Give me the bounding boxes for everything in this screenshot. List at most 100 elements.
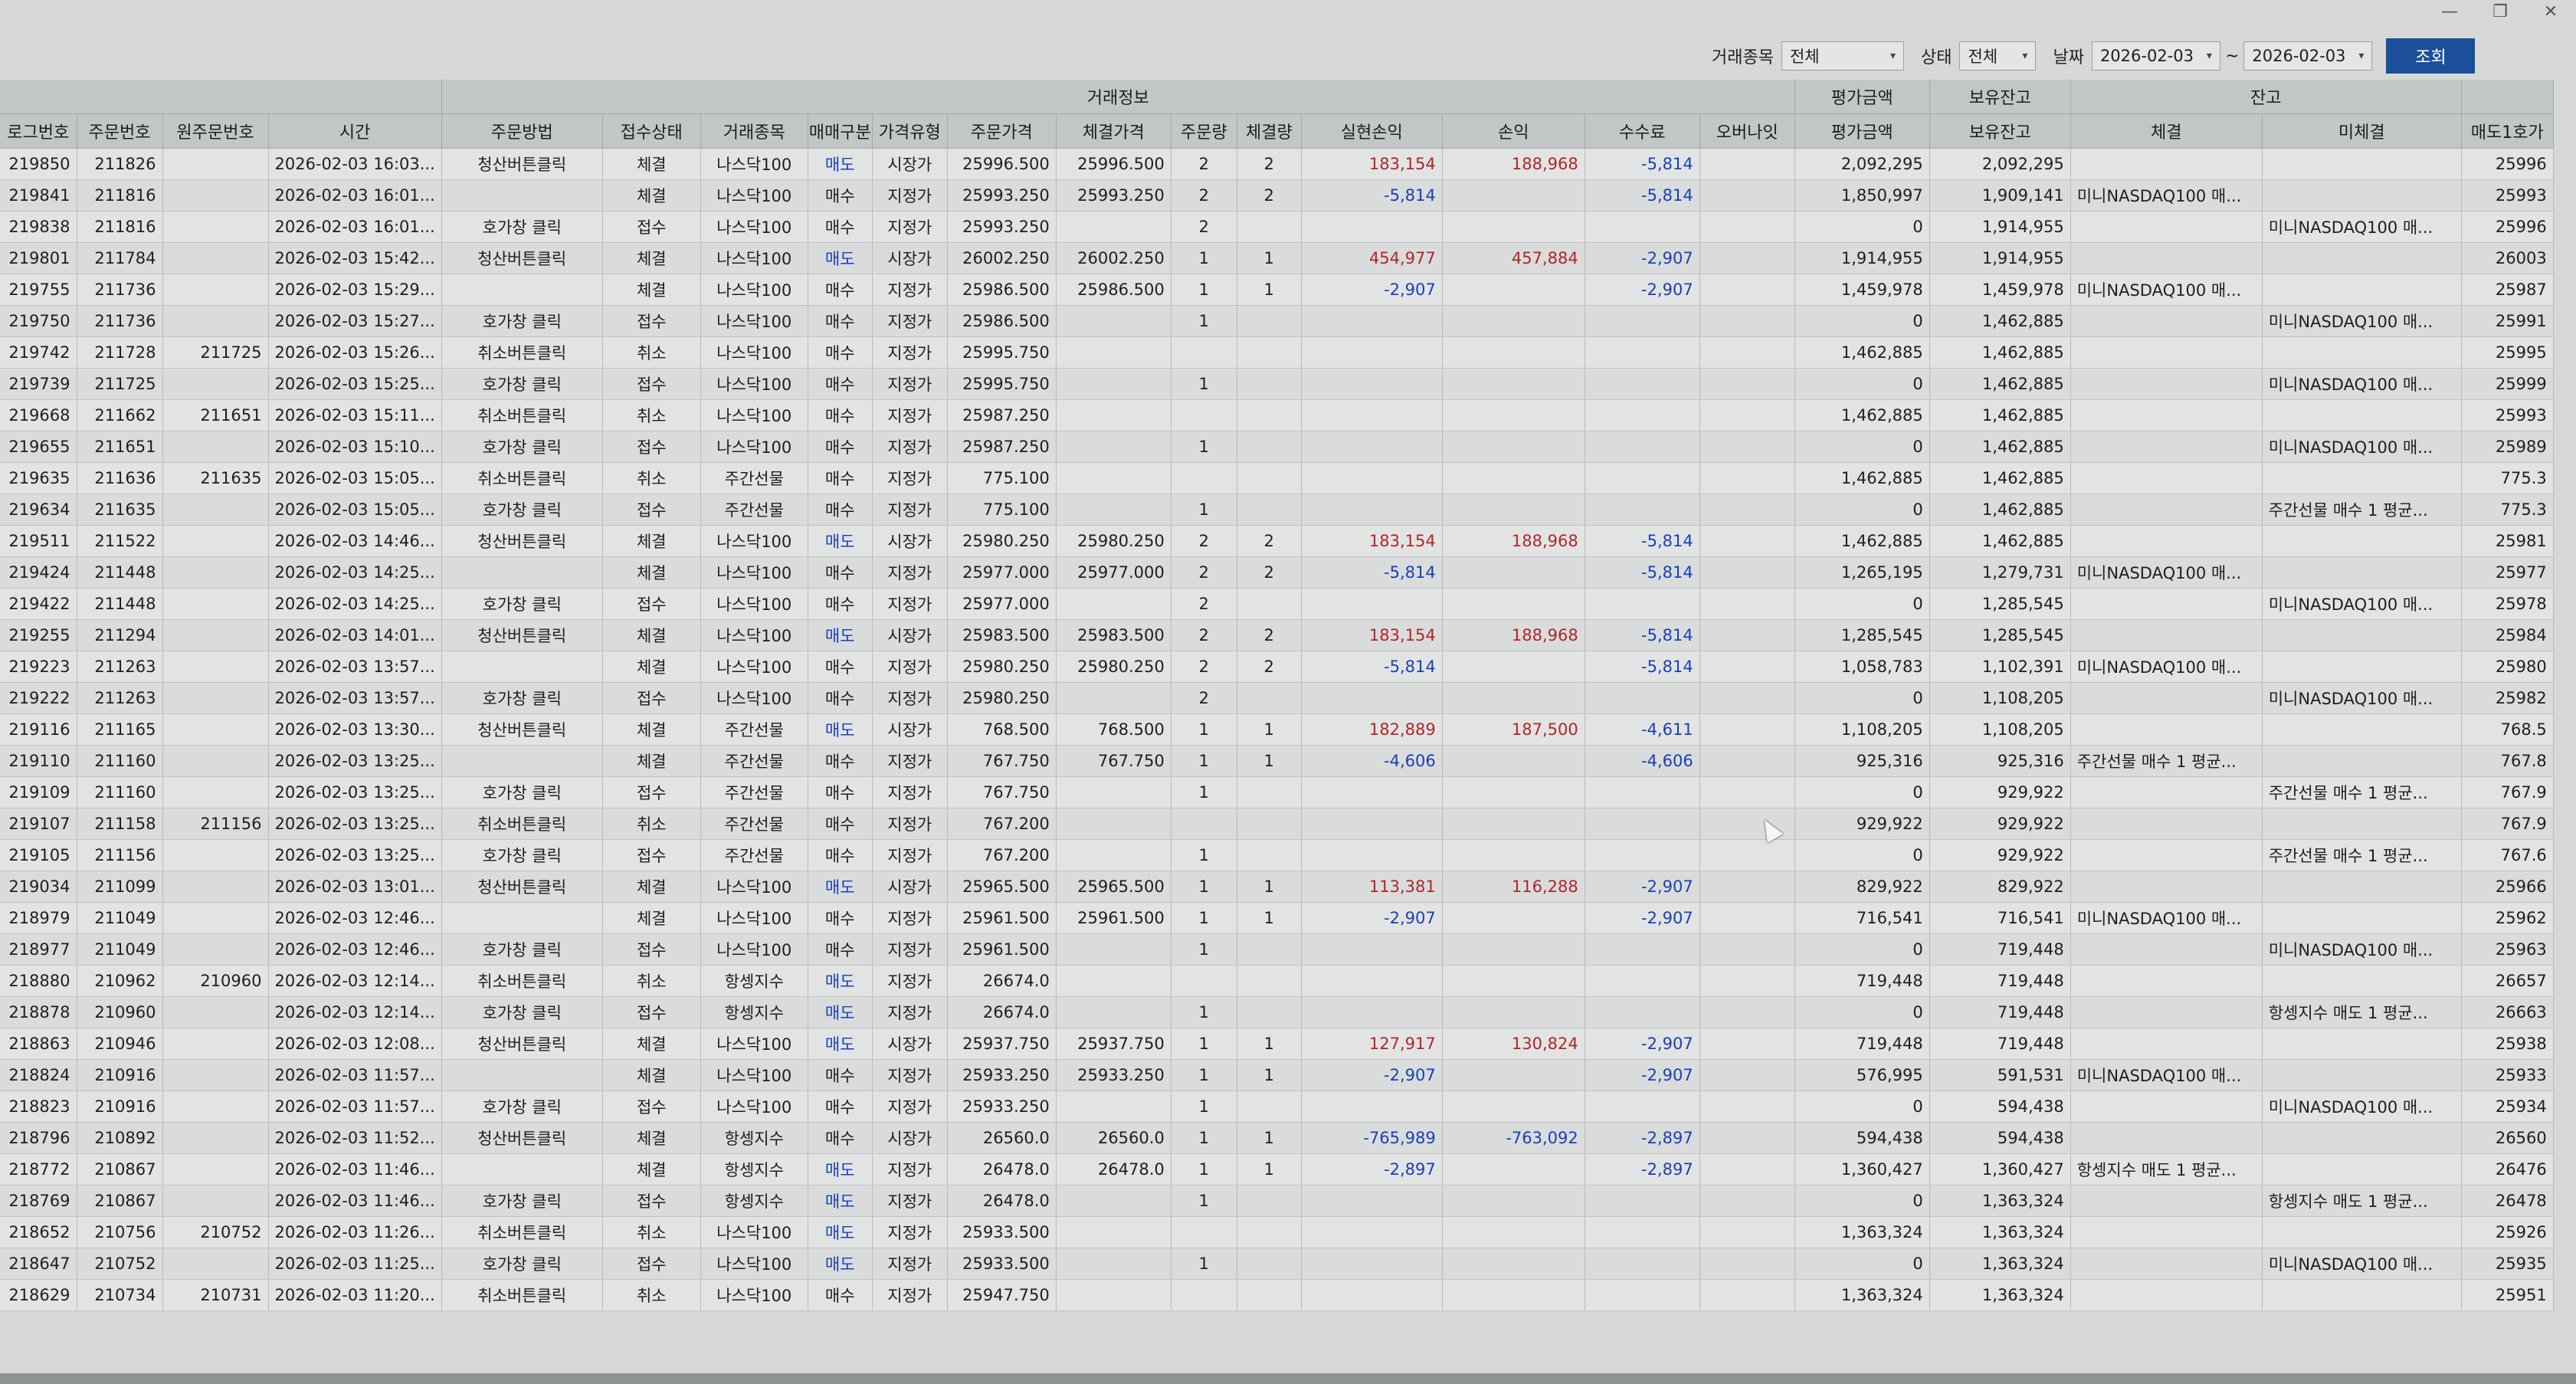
cell-pnl — [1442, 399, 1585, 431]
table-row[interactable]: 218979 211049 2026-02-03 12:46... 체결 나스닥100 매… — [0, 902, 2554, 934]
column-header-symbol[interactable]: 거래종목 — [700, 113, 808, 149]
table-row[interactable]: 218796 210892 2026-02-03 11:52... 청산버튼클릭 체결 항… — [0, 1122, 2554, 1154]
table-row[interactable]: 218977 211049 2026-02-03 12:46... 호가창 클릭 접수 나… — [0, 933, 2554, 966]
cell-holding-balance: 1,363,324 — [1929, 1248, 2071, 1280]
cell-fee — [1585, 1090, 1700, 1123]
cell-overnight — [1699, 933, 1795, 966]
column-header-filled-balance[interactable]: 체결 — [2070, 113, 2263, 149]
table-row[interactable]: 219739 211725 2026-02-03 15:25... 호가창 클릭 접수 나… — [0, 368, 2554, 400]
table-row[interactable]: 219838 211816 2026-02-03 16:01... 호가창 클릭 접수 나… — [0, 211, 2554, 243]
table-row[interactable]: 218823 210916 2026-02-03 11:57... 호가창 클릭 접수 나… — [0, 1090, 2554, 1123]
balance-group-header: 잔고 — [2070, 80, 2462, 114]
column-header-order-qty[interactable]: 주문량 — [1171, 113, 1237, 149]
table-row[interactable]: 219034 211099 2026-02-03 13:01... 청산버튼클릭 체결 나… — [0, 871, 2554, 903]
table-row[interactable]: 219422 211448 2026-02-03 14:25... 호가창 클릭 접수 나… — [0, 588, 2554, 620]
cell-time: 2026-02-03 15:05... — [268, 494, 442, 526]
cell-pnl: 188,968 — [1442, 619, 1585, 651]
date-from-value: 2026-02-03 — [2099, 47, 2194, 65]
cell-symbol: 주간선물 — [700, 494, 808, 526]
cell-orig-order-no — [162, 588, 269, 620]
table-row[interactable]: 218880 210962 210960 2026-02-03 12:14... 취소버… — [0, 965, 2554, 997]
date-from-picker[interactable]: 2026-02-03 ▾ — [2091, 41, 2220, 71]
column-header-eval-amount[interactable]: 평가금액 — [1794, 113, 1930, 149]
table-row[interactable]: 218772 210867 2026-02-03 11:46... 체결 항셍지수 매도 지… — [0, 1153, 2554, 1186]
table-row[interactable]: 219850 211826 2026-02-03 16:03... 청산버튼클릭 체결 나… — [0, 148, 2554, 180]
table-row[interactable]: 219841 211816 2026-02-03 16:01... 체결 나스닥100 매… — [0, 179, 2554, 212]
cell-ask1: 25993 — [2461, 179, 2554, 212]
date-to-picker[interactable]: 2026-02-03 ▾ — [2243, 41, 2373, 71]
table-row[interactable]: 219635 211636 211635 2026-02-03 15:05... 취소버… — [0, 462, 2554, 494]
table-row[interactable]: 219110 211160 2026-02-03 13:25... 체결 주간선물 매수 지… — [0, 745, 2554, 777]
cell-pnl — [1442, 1216, 1585, 1248]
table-row[interactable]: 218652 210756 210752 2026-02-03 11:26... 취소버… — [0, 1216, 2554, 1248]
column-header-ask1[interactable]: 매도1호가 — [2461, 113, 2554, 149]
column-header-realized-pnl[interactable]: 실현손익 — [1301, 113, 1443, 149]
column-header-order-method[interactable]: 주문방법 — [441, 113, 603, 149]
column-header-log-no[interactable]: 로그번호 — [0, 113, 77, 149]
table-row[interactable]: 218629 210734 210731 2026-02-03 11:20... 취소버… — [0, 1279, 2554, 1311]
column-header-overnight[interactable]: 오버나잇 — [1699, 113, 1795, 149]
cell-filled-balance: 미니NASDAQ100 매... — [2070, 651, 2263, 683]
table-row[interactable]: 219742 211728 211725 2026-02-03 15:26... 취소버… — [0, 336, 2554, 369]
table-row[interactable]: 218769 210867 2026-02-03 11:46... 호가창 클릭 접수 항… — [0, 1185, 2554, 1217]
column-header-fill-price[interactable]: 체결가격 — [1056, 113, 1172, 149]
column-header-orig-order-no[interactable]: 원주문번호 — [162, 113, 269, 149]
status-filter-select[interactable]: 전체 ▾ — [1959, 41, 2037, 71]
column-header-holding-balance[interactable]: 보유잔고 — [1929, 113, 2071, 149]
column-header-fill-qty[interactable]: 체결량 — [1237, 113, 1302, 149]
table-row[interactable]: 218647 210752 2026-02-03 11:25... 호가창 클릭 접수 나… — [0, 1248, 2554, 1280]
table-row[interactable]: 219668 211662 211651 2026-02-03 15:11... 취소버… — [0, 399, 2554, 431]
cell-unfilled-balance: 미니NASDAQ100 매... — [2262, 1090, 2462, 1123]
cell-log-no: 218880 — [0, 965, 77, 997]
column-header-fee[interactable]: 수수료 — [1585, 113, 1700, 149]
table-row[interactable]: 219105 211156 2026-02-03 13:25... 호가창 클릭 접수 주… — [0, 839, 2554, 871]
column-header-price-type[interactable]: 가격유형 — [872, 113, 948, 149]
minimize-icon[interactable]: — — [2424, 0, 2475, 23]
cell-order-no: 211784 — [77, 242, 163, 274]
symbol-filter-select[interactable]: 전체 ▾ — [1781, 41, 1904, 71]
cell-side: 매도 — [808, 1185, 873, 1217]
table-row[interactable]: 219255 211294 2026-02-03 14:01... 청산버튼클릭 체결 나… — [0, 619, 2554, 651]
cell-unfilled-balance: 항셍지수 매도 1 평균... — [2262, 996, 2462, 1028]
column-header-receipt-status[interactable]: 접수상태 — [602, 113, 701, 149]
table-row[interactable]: 218863 210946 2026-02-03 12:08... 청산버튼클릭 체결 나… — [0, 1028, 2554, 1060]
table-row[interactable]: 219511 211522 2026-02-03 14:46... 청산버튼클릭 체결 나… — [0, 525, 2554, 557]
cell-price-type: 지정가 — [872, 494, 948, 526]
column-header-side[interactable]: 매매구분 — [808, 113, 873, 149]
table-row[interactable]: 219424 211448 2026-02-03 14:25... 체결 나스닥100 매… — [0, 556, 2554, 589]
column-header-time[interactable]: 시간 — [268, 113, 442, 149]
cell-log-no: 219841 — [0, 179, 77, 212]
cell-time: 2026-02-03 12:46... — [268, 933, 442, 966]
cell-fill-price: 25986.500 — [1056, 274, 1172, 306]
restore-icon[interactable]: ❐ — [2475, 0, 2525, 23]
table-row[interactable]: 219634 211635 2026-02-03 15:05... 호가창 클릭 접수 주… — [0, 494, 2554, 526]
column-header-unfilled-balance[interactable]: 미체결 — [2262, 113, 2462, 149]
cell-fill-qty: 1 — [1237, 1028, 1302, 1060]
search-button[interactable]: 조회 — [2386, 38, 2476, 74]
cell-eval-amount: 1,285,545 — [1794, 619, 1930, 651]
column-header-order-price[interactable]: 주문가격 — [947, 113, 1057, 149]
cell-pnl — [1442, 933, 1585, 966]
cell-realized-pnl — [1301, 305, 1443, 337]
cell-order-no: 210962 — [77, 965, 163, 997]
cell-fee — [1585, 776, 1700, 808]
horizontal-scrollbar[interactable] — [0, 1373, 2576, 1384]
table-row[interactable]: 218824 210916 2026-02-03 11:57... 체결 나스닥100 매… — [0, 1059, 2554, 1091]
column-header-pnl[interactable]: 손익 — [1442, 113, 1585, 149]
cell-filled-balance — [2070, 808, 2263, 840]
table-row[interactable]: 219222 211263 2026-02-03 13:57... 호가창 클릭 접수 나… — [0, 682, 2554, 714]
cell-holding-balance: 1,462,885 — [1929, 368, 2071, 400]
table-row[interactable]: 219116 211165 2026-02-03 13:30... 청산버튼클릭 체결 주… — [0, 713, 2554, 746]
column-header-order-no[interactable]: 주문번호 — [77, 113, 163, 149]
close-icon[interactable]: ✕ — [2525, 0, 2576, 23]
table-row[interactable]: 219109 211160 2026-02-03 13:25... 호가창 클릭 접수 주… — [0, 776, 2554, 808]
table-row[interactable]: 219655 211651 2026-02-03 15:10... 호가창 클릭 접수 나… — [0, 431, 2554, 463]
table-row[interactable]: 219801 211784 2026-02-03 15:42... 청산버튼클릭 체결 나… — [0, 242, 2554, 274]
table-row[interactable]: 219755 211736 2026-02-03 15:29... 체결 나스닥100 매… — [0, 274, 2554, 306]
table-row[interactable]: 219223 211263 2026-02-03 13:57... 체결 나스닥100 매… — [0, 651, 2554, 683]
table-row[interactable]: 219107 211158 211156 2026-02-03 13:25... 취소버… — [0, 808, 2554, 840]
table-row[interactable]: 218878 210960 2026-02-03 12:14... 호가창 클릭 접수 항… — [0, 996, 2554, 1028]
cell-price-type: 시장가 — [872, 242, 948, 274]
table-row[interactable]: 219750 211736 2026-02-03 15:27... 호가창 클릭 접수 나… — [0, 305, 2554, 337]
cell-filled-balance: 항셍지수 매도 1 평균... — [2070, 1153, 2263, 1186]
